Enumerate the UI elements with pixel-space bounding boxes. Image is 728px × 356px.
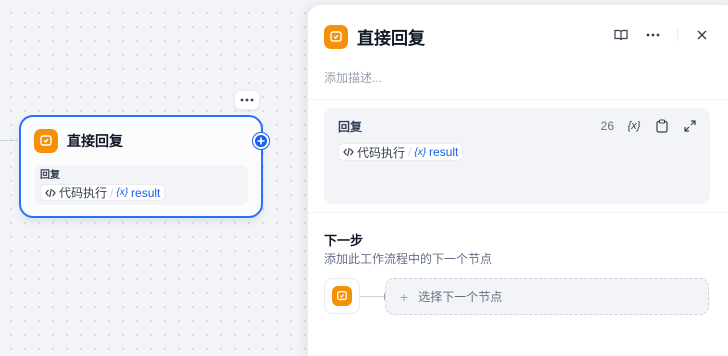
more-icon: [646, 33, 660, 37]
variable-source: 代码执行: [59, 186, 108, 200]
divider: [308, 99, 728, 100]
panel-more-button[interactable]: [643, 25, 663, 45]
reply-editor[interactable]: 回复 26 {x} 代码执行 / {x} result: [324, 108, 710, 204]
next-step-title: 下一步: [324, 233, 364, 248]
add-icon: [257, 137, 265, 145]
incoming-edge: [0, 140, 18, 141]
panel-title[interactable]: 直接回复: [357, 24, 425, 49]
book-icon: [614, 29, 628, 41]
variable-source: 代码执行: [357, 145, 406, 160]
description-input[interactable]: 添加描述...: [324, 69, 382, 86]
close-icon: [697, 30, 707, 40]
node-more-button[interactable]: [234, 90, 260, 110]
variable-name: result: [131, 185, 161, 200]
variable-icon: {x}: [414, 146, 427, 158]
select-next-node-button[interactable]: + 选择下一个节点: [385, 278, 709, 315]
panel-header: 直接回复: [324, 24, 425, 49]
answer-icon: [34, 129, 58, 153]
divider: [308, 212, 728, 213]
expand-button[interactable]: [682, 118, 698, 134]
copy-button[interactable]: [654, 118, 670, 134]
answer-icon: [332, 286, 352, 306]
current-node-badge: [324, 278, 360, 314]
connector-line: [360, 296, 384, 297]
expand-icon: [684, 120, 696, 132]
character-count: 26: [600, 119, 614, 133]
more-icon: [240, 98, 254, 102]
clipboard-icon: [656, 119, 668, 133]
insert-variable-button[interactable]: {x}: [626, 118, 642, 134]
reply-toolbar: 26 {x}: [601, 118, 698, 134]
variable-chip: 代码执行 / {x} result: [338, 143, 464, 161]
add-next-node-handle[interactable]: [253, 133, 269, 149]
close-panel-button[interactable]: [692, 25, 712, 45]
variable-name: result: [429, 145, 459, 159]
variable-icon: {x}: [116, 187, 129, 198]
node-reply-label: 回复: [40, 170, 60, 181]
select-next-node-label: 选择下一个节点: [418, 290, 503, 304]
node-reply-preview: 回复 代码执行 / {x} result: [34, 165, 248, 205]
variable-chip: 代码执行 / {x} result: [40, 184, 166, 201]
panel-actions: [611, 25, 712, 45]
code-icon: [343, 147, 354, 157]
answer-node[interactable]: 直接回复 回复 代码执行 / {x} result: [19, 115, 263, 218]
next-step-subtitle: 添加此工作流程中的下一个节点: [324, 252, 493, 266]
variable-separator: /: [110, 185, 114, 200]
variable-icon: {x}: [627, 120, 641, 132]
workflow-canvas[interactable]: 直接回复 回复 代码执行 / {x} result: [0, 0, 310, 356]
node-header: 直接回复: [34, 129, 123, 153]
answer-icon: [324, 24, 348, 49]
help-docs-button[interactable]: [611, 25, 631, 45]
code-icon: [45, 188, 56, 197]
node-settings-panel: 直接回复 添加描述... 回复 26 {x} 代码执行 / {x} result…: [307, 4, 728, 356]
actions-divider: [677, 28, 678, 42]
node-title: 直接回复: [67, 133, 123, 149]
variable-separator: /: [408, 145, 412, 159]
add-icon: +: [400, 288, 409, 305]
